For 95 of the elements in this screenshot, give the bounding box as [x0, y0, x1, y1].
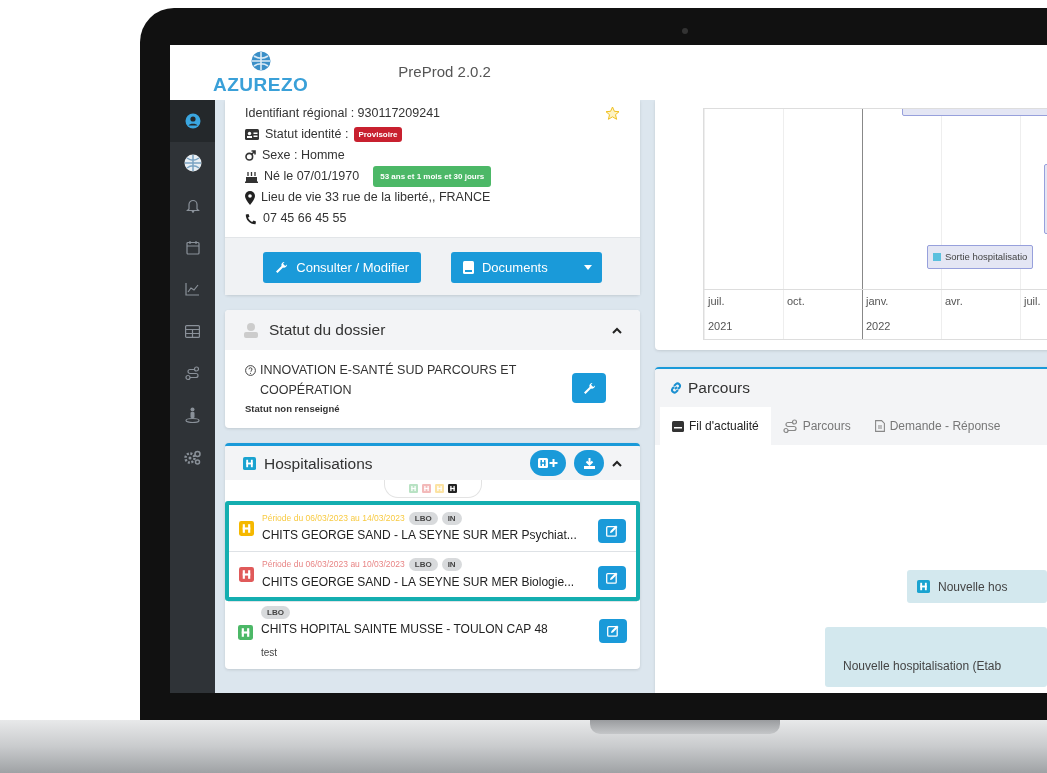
hospital-plus-icon — [538, 458, 558, 469]
axis-label: 2021 — [708, 318, 734, 334]
tab[interactable]: Fil d'actualité — [660, 407, 771, 445]
tag-badge: LBO — [261, 605, 290, 619]
id-card-icon — [245, 129, 259, 140]
wrench-icon — [275, 261, 289, 274]
person-silhouette-icon — [243, 322, 259, 338]
line-chart-icon — [185, 282, 200, 296]
card-title: Statut du dossier — [269, 320, 386, 341]
tag-badge: LBO — [408, 558, 438, 572]
establishment-name: CHITS GEORGE SAND - LA SEYNE SUR MER Biologie... — [262, 573, 576, 591]
calendar-icon — [185, 239, 200, 255]
male-symbol-icon — [245, 150, 256, 161]
card-title: Hospitalisations — [264, 453, 373, 474]
establishment-name: CHITS GEORGE SAND - LA SEYNE SUR MER Psychiat... — [262, 527, 578, 545]
route-icon — [185, 365, 200, 381]
document-icon — [874, 420, 885, 432]
axis-label: juil. — [708, 294, 726, 309]
dropdown-toggle[interactable] — [573, 252, 602, 283]
newspaper-icon — [672, 420, 684, 432]
hospital-filter-icon — [434, 484, 444, 494]
axis-label: oct. — [787, 294, 806, 309]
period-text: Période du 06/03/2023 au 10/03/2023 — [262, 558, 405, 572]
hospital-icon — [243, 456, 256, 470]
establishment-name: CHITS HOPITAL SAINTE MUSSE - TOULON CAP 48 — [261, 621, 549, 639]
tag-badge: IN — [441, 558, 462, 572]
patient-info-text: Identifiant régional : 930117209241 — [245, 105, 441, 122]
status-badge: Provisoire — [354, 127, 402, 142]
edit-button[interactable] — [598, 565, 626, 590]
app-logo: AZUREZO — [213, 75, 309, 94]
hospital-filter-icon — [447, 484, 457, 494]
version-label: PreProd 2.0.2 — [398, 62, 491, 83]
status-badge: 53 ans et 1 mois et 30 jours — [373, 166, 492, 187]
feed-text: Nouvelle hos — [938, 578, 1008, 596]
patient-info-text: 07 45 66 45 55 — [263, 210, 347, 227]
map-pin-icon — [245, 190, 255, 205]
globe-logo-icon — [249, 51, 272, 71]
patient-info-text: Sexe : Homme — [262, 147, 345, 164]
edit-icon — [606, 525, 618, 538]
tab[interactable]: Parcours — [770, 407, 863, 445]
hospital-icon — [239, 520, 254, 536]
phone-icon — [245, 212, 257, 225]
patient-info-text: Statut identité : — [265, 126, 349, 143]
help-circle-icon — [245, 365, 256, 376]
edit-icon — [607, 625, 619, 638]
axis-label: janv. — [866, 294, 890, 309]
collapse-toggle[interactable] — [612, 326, 622, 334]
user-icon — [184, 113, 201, 129]
axis-label: avr. — [945, 294, 964, 309]
chevron-icon — [612, 459, 622, 467]
hospital-icon — [239, 567, 254, 583]
axis-label: 2022 — [866, 318, 892, 334]
bell-icon — [185, 197, 200, 213]
edit-icon — [606, 571, 618, 584]
book-icon — [463, 261, 474, 274]
person-icon — [185, 407, 200, 423]
organisation-name: INNOVATION E-SANTÉ SUD PARCOURS ET COOPÉRATION — [260, 361, 518, 399]
link-icon — [669, 381, 683, 395]
edit-button[interactable]: Consulter / Modifier — [263, 252, 421, 283]
hospital-icon — [238, 625, 253, 641]
dossier-status: Statut non renseigné — [245, 402, 341, 416]
globe-icon — [183, 154, 202, 172]
download-icon — [583, 457, 595, 469]
documents-button[interactable]: Documents — [451, 252, 574, 283]
axis-label: juil. — [1024, 294, 1042, 309]
table-icon — [185, 324, 200, 338]
tab[interactable]: Demande - Réponse — [862, 407, 1013, 445]
period-text: Période du 06/03/2023 au 14/03/2023 — [262, 511, 405, 525]
sidebar-item[interactable] — [170, 100, 215, 142]
event-label: Sortie hospitalisatio — [945, 249, 1028, 264]
collapse-toggle[interactable] — [612, 459, 622, 467]
star-icon — [605, 106, 620, 122]
chevron-icon — [612, 326, 622, 334]
download-button[interactable] — [574, 450, 604, 477]
edit-button[interactable] — [598, 519, 626, 544]
caret-icon — [583, 265, 592, 270]
settings-button[interactable] — [572, 373, 606, 404]
edit-button[interactable] — [599, 619, 627, 644]
route-icon — [782, 418, 798, 434]
patient-info-text: Né le 07/01/1970 — [264, 168, 360, 185]
hospital-icon — [917, 580, 930, 593]
cake-icon — [245, 170, 258, 183]
hospital-filter-icon — [408, 484, 418, 494]
patient-info-text: Lieu de vie 33 rue de la liberté,, FRANCE — [261, 189, 491, 206]
camera-dot — [682, 28, 688, 34]
hospital-filter-icon — [421, 484, 431, 494]
wrench-icon — [582, 381, 596, 395]
square-icon — [933, 253, 941, 261]
tag-badge: IN — [441, 511, 462, 525]
card-title: Parcours — [688, 378, 751, 399]
gears-icon — [184, 449, 201, 465]
feed-text: Nouvelle hospitalisation (Etab — [843, 659, 1002, 673]
tag-badge: LBO — [408, 511, 438, 525]
add-hospitalisation-button[interactable] — [530, 450, 566, 477]
note-text: test — [261, 646, 279, 661]
